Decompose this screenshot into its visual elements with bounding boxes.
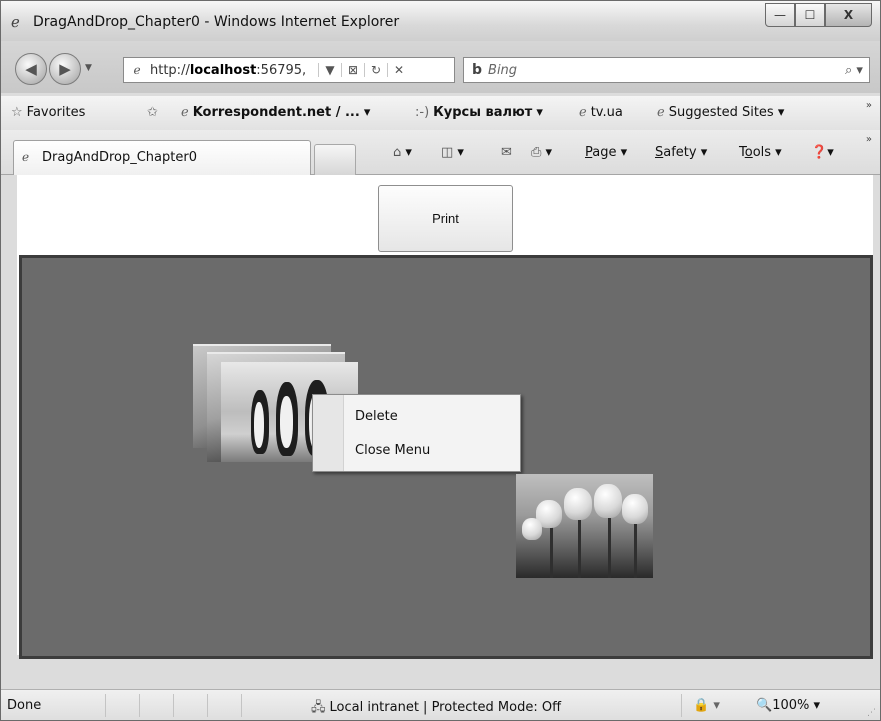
search-input[interactable]: Bing	[488, 63, 839, 78]
search-icon[interactable]: ⌕ ▾	[839, 63, 869, 78]
compatibility-view-icon[interactable]: ⊠	[341, 63, 364, 77]
close-button[interactable]: X	[825, 3, 872, 27]
window-controls: — ☐ X	[765, 3, 872, 27]
back-button[interactable]: ◀	[15, 53, 47, 85]
tab-label: DragAndDrop_Chapter0	[42, 150, 197, 165]
ie-logo-icon: ℯ	[11, 13, 20, 31]
lock-icon: 🔒	[693, 698, 710, 713]
favorite-item-suggested-sites[interactable]: ℯ Suggested Sites ▾	[657, 105, 784, 120]
read-mail-button[interactable]: ✉	[501, 145, 512, 160]
minimize-button[interactable]: —	[765, 3, 795, 27]
status-text: Done	[7, 698, 42, 713]
security-status-button[interactable]: 🔒 ▾	[693, 698, 720, 713]
ie-page-icon: ℯ	[22, 150, 30, 164]
more-chevron-icon[interactable]: »	[866, 100, 872, 111]
tulip-flower	[522, 518, 542, 540]
new-tab-button[interactable]	[314, 144, 356, 175]
printer-icon: ⎙	[531, 145, 542, 160]
forward-button[interactable]: ▶	[49, 53, 81, 85]
add-favorite-icon: ✩	[147, 105, 158, 120]
page-menu[interactable]: Page ▾	[585, 145, 627, 160]
address-url[interactable]: http://localhost:56795,	[150, 63, 318, 78]
star-icon: ☆	[11, 105, 23, 120]
window-title: DragAndDrop_Chapter0 - Windows Internet …	[33, 14, 400, 30]
recent-pages-dropdown[interactable]: ▼	[85, 63, 92, 73]
menu-item-close-menu[interactable]: Close Menu	[355, 443, 430, 458]
tulip-flower	[594, 484, 622, 518]
intranet-zone-icon: 🖧	[311, 700, 326, 715]
help-button[interactable]: ❓▾	[811, 145, 834, 160]
tab-active[interactable]: ℯ DragAndDrop_Chapter0	[13, 140, 311, 175]
zoom-button[interactable]: 🔍100% ▾	[756, 698, 820, 713]
status-separator	[207, 694, 208, 717]
print-button[interactable]: Print	[378, 185, 513, 252]
help-icon: ❓	[811, 145, 828, 160]
home-button[interactable]: ⌂ ▾	[393, 145, 412, 160]
smiley-icon: :-)	[415, 105, 430, 120]
page-content: Print Delete Close Menu	[17, 175, 873, 659]
address-bar[interactable]: ℯ http://localhost:56795, ▼ ⊠ ↻ ✕	[123, 57, 455, 83]
resize-grip-icon[interactable]: ⋰	[867, 708, 876, 718]
status-separator	[681, 694, 682, 717]
chevron-down-icon: ▾	[363, 105, 371, 120]
home-icon: ⌂	[393, 145, 402, 160]
refresh-icon[interactable]: ↻	[364, 63, 387, 77]
feeds-button[interactable]: ◫ ▾	[441, 145, 464, 160]
ie-page-icon: ℯ	[181, 105, 189, 120]
favorite-item-tvua[interactable]: ℯ tv.ua	[579, 105, 623, 120]
search-box[interactable]: b Bing ⌕ ▾	[463, 57, 870, 83]
tulip-stem	[634, 520, 637, 578]
add-favorite-button[interactable]: ✩	[147, 105, 162, 120]
safety-menu[interactable]: Safety ▾	[655, 145, 707, 160]
page-icon: ℯ	[133, 63, 141, 77]
favorite-item-kursy[interactable]: :-) Курсы валют ▾	[415, 105, 543, 120]
ie-page-icon: ℯ	[579, 105, 587, 120]
tulips-photo[interactable]	[516, 474, 653, 578]
menu-icon-gutter	[313, 395, 344, 471]
rss-feed-icon: ◫	[441, 145, 454, 160]
chevron-down-icon: ▾	[813, 698, 821, 713]
status-separator	[139, 694, 140, 717]
context-menu: Delete Close Menu	[312, 394, 521, 472]
zoom-icon: 🔍	[756, 698, 773, 713]
status-separator	[173, 694, 174, 717]
penguin-belly	[254, 402, 264, 448]
drop-canvas[interactable]: Delete Close Menu	[19, 255, 873, 659]
chevron-down-icon: ▾	[536, 105, 543, 120]
tulip-stem	[550, 522, 553, 578]
security-zone[interactable]: 🖧 Local intranet | Protected Mode: Off	[311, 698, 561, 720]
more-commands-chevron-icon[interactable]: »	[866, 134, 872, 145]
tab-bar: ℯ DragAndDrop_Chapter0 ⌂ ▾ ◫ ▾ ✉ ⎙ ▾ Pag…	[1, 130, 880, 175]
stop-icon[interactable]: ✕	[387, 63, 410, 77]
favorites-button[interactable]: ☆ Favorites	[11, 105, 85, 120]
favorite-item-korrespondent[interactable]: ℯ Korrespondent.net / ... ▾	[181, 105, 370, 120]
status-bar: Done 🖧 Local intranet | Protected Mode: O…	[1, 689, 880, 720]
mail-icon: ✉	[501, 145, 512, 160]
browser-window: ℯ DragAndDrop_Chapter0 - Windows Interne…	[0, 0, 881, 721]
tulip-flower	[622, 494, 648, 524]
arrow-right-icon: ▶	[59, 60, 71, 78]
navigation-bar: ◀ ▶ ▼ ℯ http://localhost:56795, ▼ ⊠ ↻ ✕ …	[1, 41, 880, 93]
tulip-stem	[578, 518, 581, 578]
favorites-bar: ☆ Favorites ✩ ℯ Korrespondent.net / ... ▾ …	[1, 96, 880, 131]
penguin-belly	[280, 396, 293, 448]
title-bar: ℯ DragAndDrop_Chapter0 - Windows Interne…	[1, 1, 880, 41]
tulip-stem	[608, 516, 611, 578]
chevron-down-icon: ▾	[777, 105, 785, 120]
status-separator	[105, 694, 106, 717]
tulip-flower	[564, 488, 592, 520]
maximize-button[interactable]: ☐	[795, 3, 825, 27]
menu-item-delete[interactable]: Delete	[355, 409, 398, 424]
arrow-left-icon: ◀	[25, 60, 37, 78]
bing-logo-icon: b	[472, 62, 483, 78]
print-toolbar-button[interactable]: ⎙ ▾	[531, 145, 552, 160]
tools-menu[interactable]: Tools ▾	[739, 145, 782, 160]
address-dropdown-icon[interactable]: ▼	[318, 63, 341, 77]
ie-page-icon: ℯ	[657, 105, 665, 120]
status-separator	[241, 694, 242, 717]
